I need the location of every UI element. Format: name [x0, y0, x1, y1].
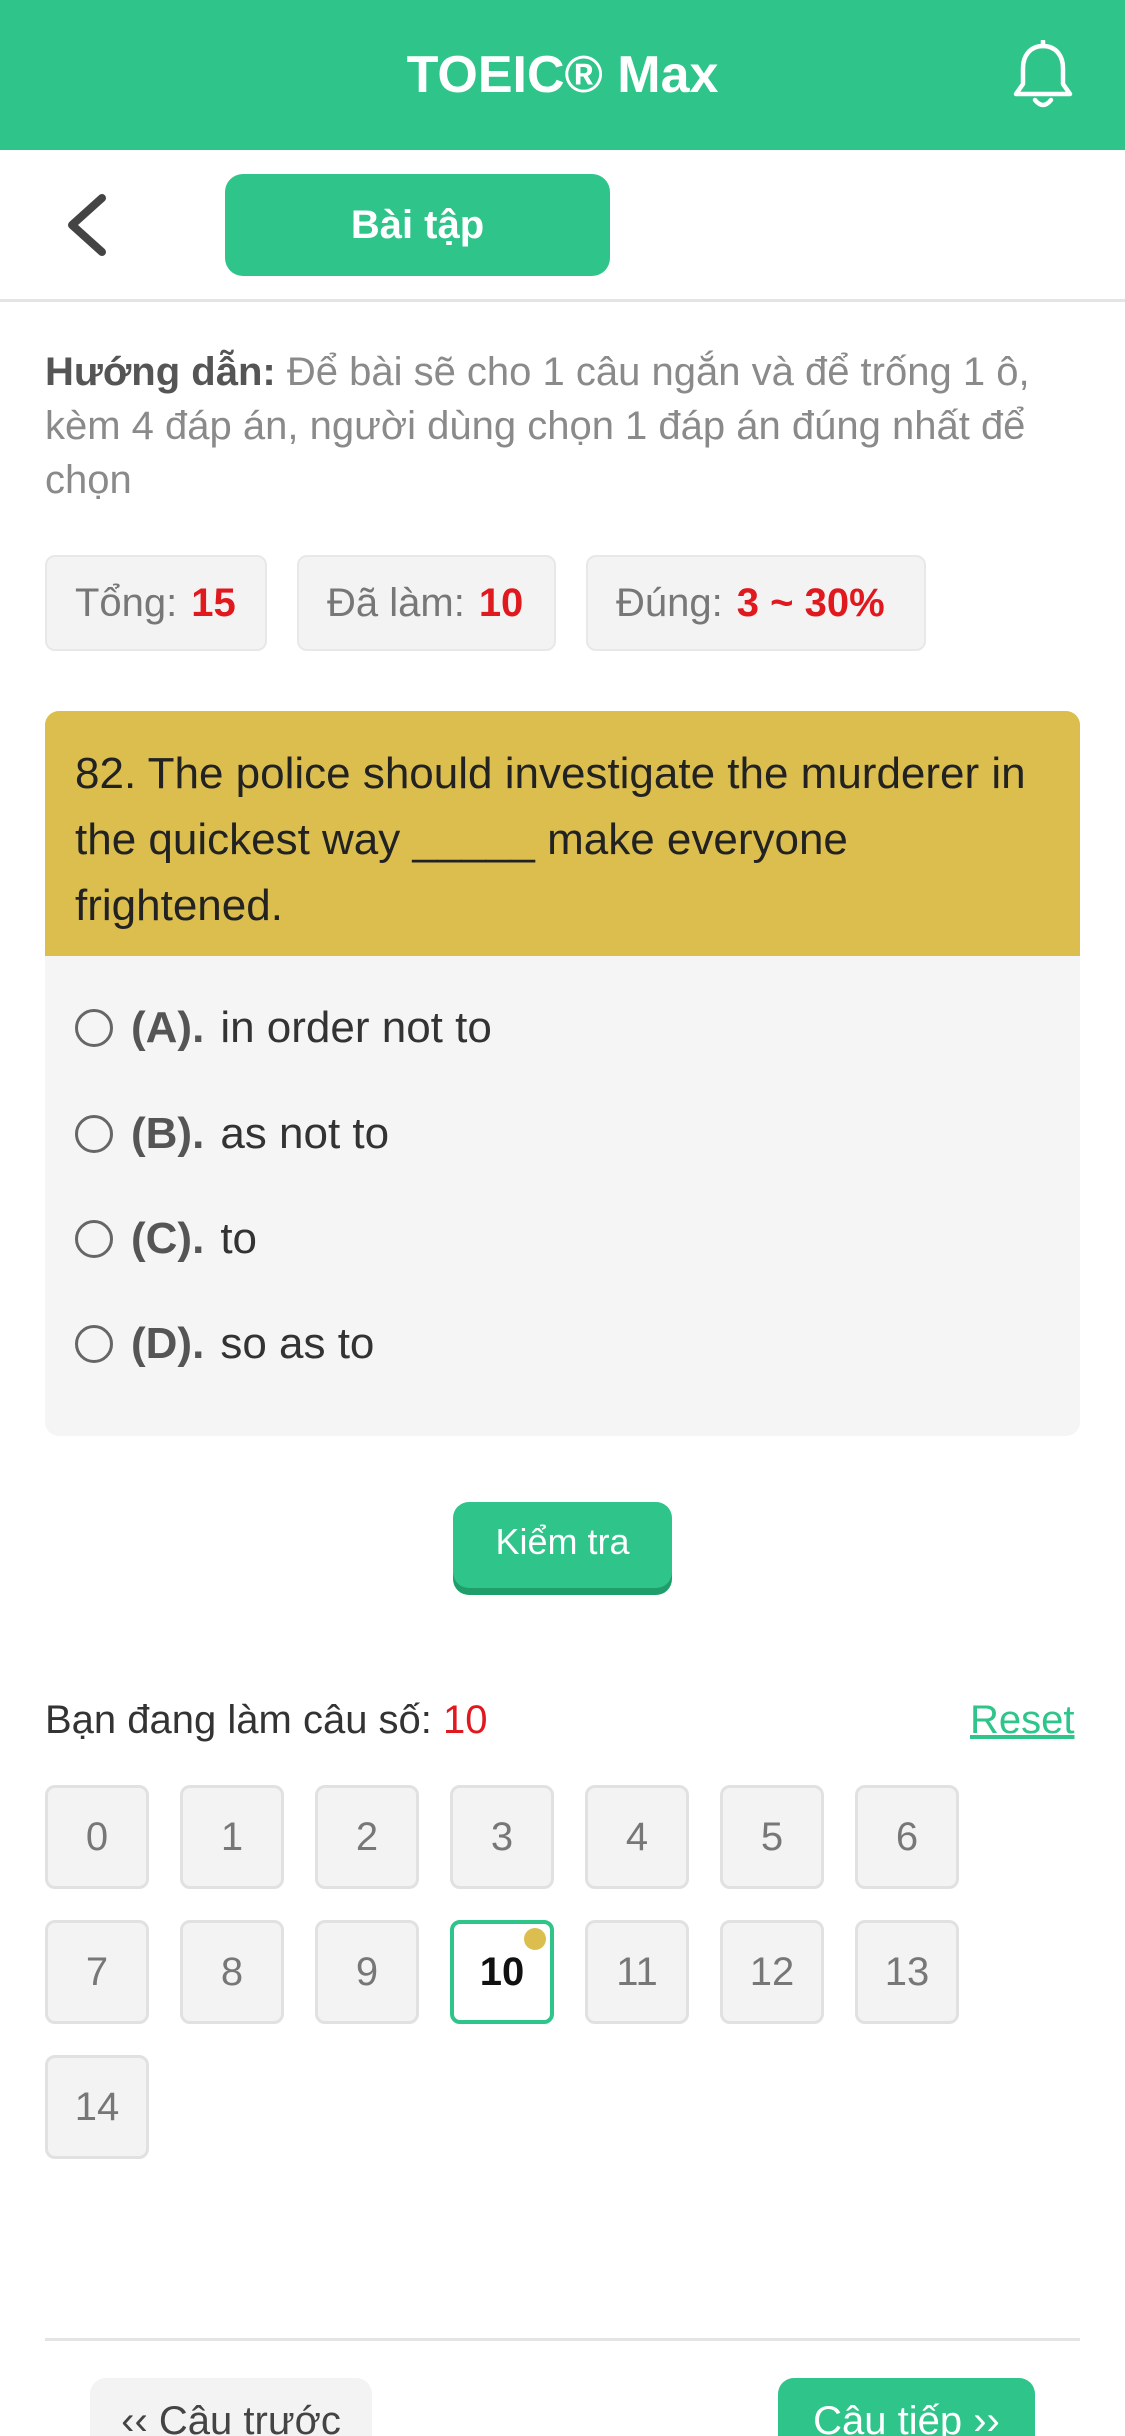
app-title: TOEIC® Max [406, 46, 719, 104]
option-a[interactable]: (A). in order not to [75, 993, 492, 1063]
question-number-button[interactable]: 8 [180, 1920, 284, 2024]
option-letter: (A). [131, 1003, 205, 1052]
question-card: 82. The police should investigate the mu… [45, 711, 1080, 1436]
option-text: as not to [220, 1109, 390, 1158]
question-number-button[interactable]: 3 [450, 1785, 554, 1889]
current-indicator-dot [524, 1928, 546, 1950]
stat-correct-value: 3 ~ 30% [736, 581, 885, 625]
question-number-label: 10 [479, 1950, 525, 1994]
check-button[interactable]: Kiểm tra [453, 1502, 672, 1588]
question-number-button-current[interactable]: 10 [450, 1920, 554, 2024]
question-number-button[interactable]: 2 [315, 1785, 419, 1889]
current-question-number: 10 [443, 1698, 488, 1742]
stat-total: Tổng: 15 [45, 555, 267, 651]
bell-icon[interactable] [1010, 40, 1076, 112]
previous-question-button[interactable]: ‹‹ Câu trước [90, 2378, 372, 2436]
question-number-button[interactable]: 11 [585, 1920, 689, 2024]
progress-label: Bạn đang làm câu số: [45, 1698, 432, 1742]
option-letter: (C). [131, 1214, 205, 1263]
progress-text: Bạn đang làm câu số: 10 [45, 1698, 488, 1743]
radio-button[interactable] [75, 1115, 113, 1153]
option-b[interactable]: (B). as not to [75, 1099, 389, 1169]
stat-done-label: Đã làm: [327, 581, 465, 625]
option-letter: (B). [131, 1109, 205, 1158]
stat-correct-label: Đúng: [616, 581, 723, 625]
question-number-button[interactable]: 6 [855, 1785, 959, 1889]
stat-total-value: 15 [191, 581, 236, 625]
question-number-button[interactable]: 14 [45, 2055, 149, 2159]
option-letter: (D). [131, 1319, 205, 1368]
tab-exercise[interactable]: Bài tập [225, 174, 610, 276]
question-number-button[interactable]: 7 [45, 1920, 149, 2024]
question-number-button[interactable]: 9 [315, 1920, 419, 2024]
question-number-button[interactable]: 12 [720, 1920, 824, 2024]
question-number-button[interactable]: 4 [585, 1785, 689, 1889]
radio-button[interactable] [75, 1220, 113, 1258]
next-question-button[interactable]: Câu tiếp ›› [778, 2378, 1035, 2436]
option-text: in order not to [220, 1003, 492, 1052]
divider [45, 2338, 1080, 2341]
option-d[interactable]: (D). so as to [75, 1309, 374, 1379]
question-number-button[interactable]: 13 [855, 1920, 959, 2024]
option-c[interactable]: (C). to [75, 1204, 257, 1274]
question-number-button[interactable]: 5 [720, 1785, 824, 1889]
stat-correct: Đúng: 3 ~ 30% [586, 555, 926, 651]
stat-done-value: 10 [478, 581, 524, 625]
question-number-button[interactable]: 1 [180, 1785, 284, 1889]
chevron-left-icon[interactable] [60, 190, 120, 260]
stat-done: Đã làm: 10 [297, 555, 556, 651]
instructions-label: Hướng dẫn: [45, 350, 276, 394]
radio-button[interactable] [75, 1009, 113, 1047]
radio-button[interactable] [75, 1325, 113, 1363]
question-number-button[interactable]: 0 [45, 1785, 149, 1889]
reset-link[interactable]: Reset [970, 1698, 1075, 1743]
instructions: Hướng dẫn: Để bài sẽ cho 1 câu ngắn và đ… [45, 345, 1085, 507]
option-text: so as to [220, 1319, 375, 1368]
option-text: to [220, 1214, 258, 1263]
stat-total-label: Tổng: [75, 581, 178, 625]
question-text: 82. The police should investigate the mu… [45, 711, 1080, 956]
